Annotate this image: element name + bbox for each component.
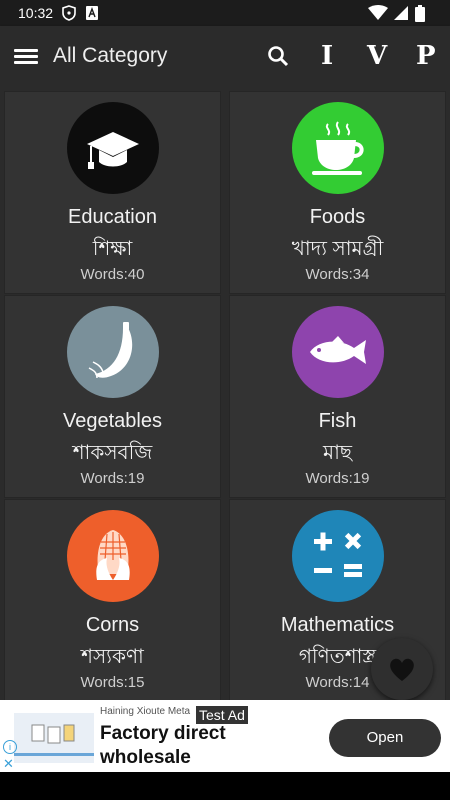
banana-icon (67, 306, 159, 398)
page-title: All Category (53, 44, 168, 67)
category-name-en: Mathematics (280, 614, 395, 636)
category-word-count: Words:40 (80, 266, 145, 283)
graduation-cap-icon (67, 102, 159, 194)
category-card-education[interactable]: Education শিক্ষা Words:40 (4, 91, 221, 294)
category-card-fish[interactable]: Fish মাছ Words:19 (229, 295, 446, 498)
app-bar: All Category I V P (0, 26, 450, 88)
ad-close-icon[interactable]: ✕ (3, 756, 14, 772)
category-word-count: Words:19 (305, 470, 370, 487)
letter-v-button[interactable]: V (367, 41, 387, 71)
category-name-bn: খাদ্য সামগ্রী (291, 238, 384, 260)
ad-image[interactable] (14, 713, 94, 763)
category-name-en: Vegetables (63, 410, 162, 432)
ad-open-button[interactable]: Open (329, 719, 441, 757)
category-name-en: Corns (85, 614, 140, 636)
a-box-icon (85, 5, 99, 26)
search-icon[interactable] (266, 44, 292, 70)
category-name-bn: শস্যকণা (81, 646, 144, 668)
category-name-en: Fish (318, 410, 357, 432)
ad-info-icon[interactable]: i (3, 740, 17, 754)
category-grid: Education শিক্ষা Words:40 Foods খাদ্য সা… (0, 88, 450, 700)
tea-cup-icon (292, 102, 384, 194)
letter-p-button[interactable]: P (416, 41, 436, 71)
category-card-corns[interactable]: Corns শস্যকণা Words:15 (4, 499, 221, 700)
category-name-bn: মাছ (322, 442, 353, 464)
category-word-count: Words:19 (80, 470, 145, 487)
category-name-en: Education (68, 206, 157, 228)
fish-icon (292, 306, 384, 398)
favorites-button[interactable] (371, 638, 433, 700)
category-card-foods[interactable]: Foods খাদ্য সামগ্রী Words:34 (229, 91, 446, 294)
category-card-vegetables[interactable]: Vegetables শাকসবজি Words:19 (4, 295, 221, 498)
category-word-count: Words:34 (305, 266, 370, 283)
ad-headline[interactable]: Factory direct wholesale (100, 722, 300, 770)
battery-icon (414, 5, 426, 28)
math-operators-icon (292, 510, 384, 602)
menu-icon[interactable] (14, 46, 38, 66)
system-nav-bar (0, 772, 450, 800)
status-time: 10:32 (18, 5, 54, 21)
status-bar: 10:32 (0, 0, 450, 26)
category-name-en: Foods (309, 206, 366, 228)
letter-i-button[interactable]: I (321, 41, 333, 71)
category-word-count: Words:15 (80, 674, 145, 691)
shield-icon (62, 5, 76, 26)
ad-advertiser: Haining Xioute Meta (100, 706, 191, 717)
category-name-bn: শিক্ষা (92, 238, 133, 260)
corn-icon (67, 510, 159, 602)
ad-banner[interactable]: Haining Xioute Meta Test Ad Factory dire… (0, 700, 450, 772)
wifi-icon (368, 5, 388, 26)
heart-icon (390, 658, 414, 681)
category-name-bn: শাকসবজি (72, 442, 153, 464)
signal-icon (393, 5, 409, 26)
